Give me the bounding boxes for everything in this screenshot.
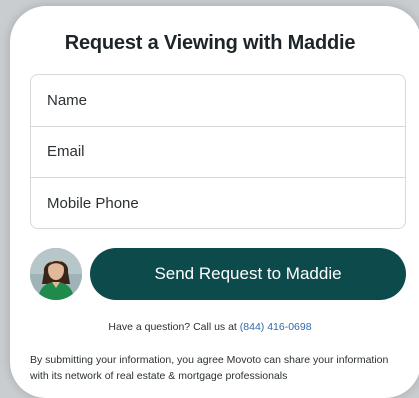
privacy-disclaimer: By submitting your information, you agre… bbox=[30, 354, 389, 382]
email-field-row bbox=[31, 127, 405, 179]
mobile-phone-input[interactable] bbox=[47, 195, 405, 213]
agent-avatar bbox=[30, 248, 82, 300]
email-input[interactable] bbox=[47, 143, 405, 161]
phone-link[interactable]: (844) 416-0698 bbox=[240, 321, 312, 333]
help-line: Have a question? Call us at (844) 416-06… bbox=[10, 321, 410, 333]
phone-field-row bbox=[31, 178, 405, 230]
agent-photo-icon bbox=[30, 248, 82, 300]
name-field-row bbox=[31, 75, 405, 127]
name-input[interactable] bbox=[47, 91, 405, 109]
send-request-button[interactable]: Send Request to Maddie bbox=[90, 248, 406, 300]
form-title: Request a Viewing with Maddie bbox=[64, 32, 356, 54]
contact-form bbox=[30, 74, 406, 229]
question-text: Have a question? Call us at bbox=[108, 321, 237, 333]
request-viewing-card: Request a Viewing with Maddie Send Reque… bbox=[10, 6, 419, 398]
